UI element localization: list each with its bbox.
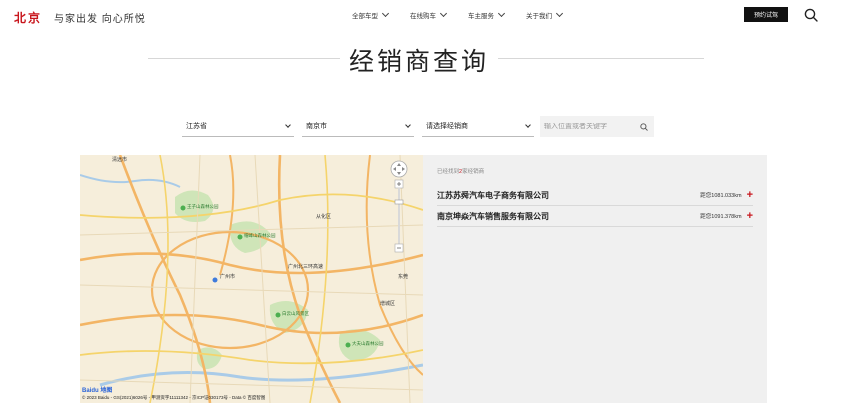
map-label: 增城区 (380, 301, 396, 307)
location-search-input[interactable] (544, 123, 640, 130)
chevron-down-icon (439, 9, 448, 18)
page-title: 经销商查询 (348, 47, 489, 76)
chevron-down-icon (381, 9, 390, 18)
province-value: 江苏省 (186, 123, 207, 130)
chevron-down-icon (497, 9, 506, 18)
map-label: 从化区 (316, 214, 332, 220)
main-nav: 全部车型 在线购车 车主服务 关于我们 (352, 9, 564, 20)
dealer-distance: 距您1081.033km (700, 193, 742, 199)
map-park: 白云山风景区 (282, 311, 309, 316)
map-park: 帽峰山森林公园 (244, 233, 276, 238)
map-roads (80, 155, 423, 403)
nav-label: 在线购车 (410, 13, 436, 20)
test-drive-button[interactable]: 预约试驾 (744, 7, 788, 22)
map-park: 王子山森林公园 (187, 204, 219, 209)
nav-label: 关于我们 (526, 13, 552, 20)
map-label: 清远市 (112, 157, 128, 163)
plus-icon[interactable]: + (747, 210, 753, 222)
brand-slogan: 与家出发 向心所悦 (54, 14, 146, 25)
dealer-meta: 距您1091.378km + (700, 210, 753, 222)
title-divider-right (498, 58, 704, 59)
map-label: 广州北三环高速 (288, 264, 324, 270)
chevron-down-icon (405, 121, 411, 128)
map-park: 大夫山森林公园 (352, 341, 384, 346)
city-value: 南京市 (306, 123, 327, 130)
location-search (540, 116, 654, 137)
dealer-row[interactable]: 江苏苏舜汽车电子商务有限公司 距您1081.033km + (437, 185, 753, 206)
results-count: 已经找到2家经销商 (437, 167, 484, 175)
search-icon[interactable] (804, 8, 818, 22)
nav-all-models[interactable]: 全部车型 (352, 9, 390, 20)
dealer-name: 江苏苏舜汽车电子商务有限公司 (437, 190, 549, 200)
province-select[interactable]: 江苏省 (182, 116, 294, 137)
logo-mark: 北京 (14, 11, 43, 25)
search-icon[interactable] (640, 122, 648, 131)
nav-online-purchase[interactable]: 在线购车 (410, 9, 448, 20)
map-zoom-control[interactable] (390, 160, 408, 256)
brand-logo[interactable]: 北京 与家出发 向心所悦 (14, 9, 146, 26)
title-divider-left (148, 58, 340, 59)
nav-label: 全部车型 (352, 13, 378, 20)
plus-icon[interactable]: + (747, 189, 753, 201)
dealer-map[interactable]: 清远市 从化区 广州市 增城区 东莞 广州北三环高速 王子山森林公园 帽峰山森林… (80, 155, 423, 403)
chevron-down-icon (555, 9, 564, 18)
baidu-map-logo: Baidu 地图 (82, 388, 113, 394)
results-count-prefix: 已经找到 (437, 169, 460, 175)
map-label: 广州市 (220, 274, 236, 280)
dealer-distance: 距您1091.378km (700, 214, 742, 220)
dealer-value: 请选择经销商 (426, 123, 468, 130)
chevron-down-icon (285, 121, 291, 128)
dealer-select[interactable]: 请选择经销商 (422, 116, 534, 137)
nav-owner-service[interactable]: 车主服务 (468, 9, 506, 20)
results-count-suffix: 家经销商 (462, 169, 485, 175)
city-select[interactable]: 南京市 (302, 116, 414, 137)
dealer-name: 南京坤焱汽车销售服务有限公司 (437, 211, 549, 221)
title-section: 经销商查询 (0, 40, 852, 80)
nav-label: 车主服务 (468, 13, 494, 20)
map-copyright: © 2023 Baidu - GS(2021)6026号 - 甲测资字11111… (82, 395, 266, 400)
dealer-meta: 距您1081.033km + (700, 189, 753, 201)
dealer-results-panel: 已经找到2家经销商 江苏苏舜汽车电子商务有限公司 距您1081.033km + … (423, 155, 767, 403)
chevron-down-icon (525, 121, 531, 128)
dealer-row[interactable]: 南京坤焱汽车销售服务有限公司 距您1091.378km + (437, 206, 753, 227)
nav-about-us[interactable]: 关于我们 (526, 9, 564, 20)
map-label: 东莞 (398, 274, 409, 280)
site-header: 北京 与家出发 向心所悦 全部车型 在线购车 车主服务 关于我们 预约试驾 (0, 0, 852, 30)
